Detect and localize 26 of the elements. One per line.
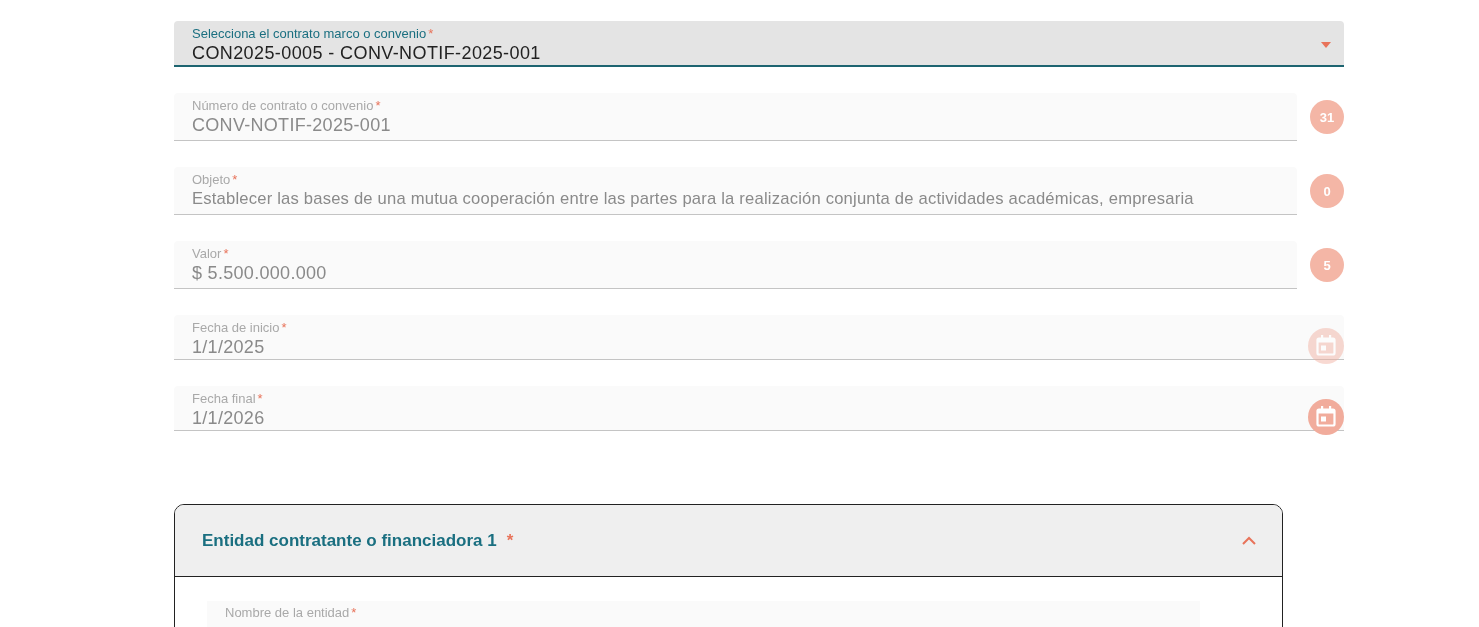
input-field[interactable]: Valor* $ 5.500.000.000 xyxy=(174,241,1297,289)
calendar-icon[interactable] xyxy=(1308,399,1344,435)
section-header[interactable]: Entidad contratante o financiadora 1 * xyxy=(175,505,1282,577)
character-count-badge: 31 xyxy=(1310,100,1344,134)
field-label: Selecciona el contrato marco o convenio* xyxy=(192,26,435,41)
input-field[interactable]: Número de contrato o convenio* CONV-NOTIF-2025-001 xyxy=(174,93,1297,141)
field-label: Nombre de la entidad* xyxy=(225,605,357,620)
field-value: CONV-NOTIF-2025-001 xyxy=(192,114,392,137)
input-field[interactable]: Nombre de la entidad* xyxy=(207,601,1200,627)
caret-icon xyxy=(1320,41,1332,49)
contract-select[interactable]: Selecciona el contrato marco o convenio* CON2025-0005 - CONV-NOTIF-2025-001 xyxy=(174,21,1344,67)
select-value: CON2025-0005 - CONV-NOTIF-2025-001 xyxy=(192,42,542,65)
section-title: Entidad contratante o financiadora 1 * xyxy=(202,530,514,551)
field-label: Número de contrato o convenio* xyxy=(192,98,382,113)
field-label: Fecha final* xyxy=(192,391,264,406)
field-value: Establecer las bases de una mutua cooperación entre las partes para la realización conjunta de actividades académicas, empresaria xyxy=(192,188,1195,210)
character-count-badge: 0 xyxy=(1310,174,1344,208)
chevron-up-icon xyxy=(1242,536,1256,545)
field-value: 1/1/2026 xyxy=(192,407,266,430)
character-count-badge: 5 xyxy=(1310,248,1344,282)
input-field[interactable]: Objeto* Establecer las bases de una mutua cooperación entre las partes para la realización conjunta de actividades académicas, empresaria xyxy=(174,167,1297,215)
field-label: Valor* xyxy=(192,246,230,261)
field-value: $ 5.500.000.000 xyxy=(192,262,328,285)
field-label: Objeto* xyxy=(192,172,239,187)
field-label: Fecha de inicio* xyxy=(192,320,288,335)
field-value: 1/1/2025 xyxy=(192,336,266,359)
